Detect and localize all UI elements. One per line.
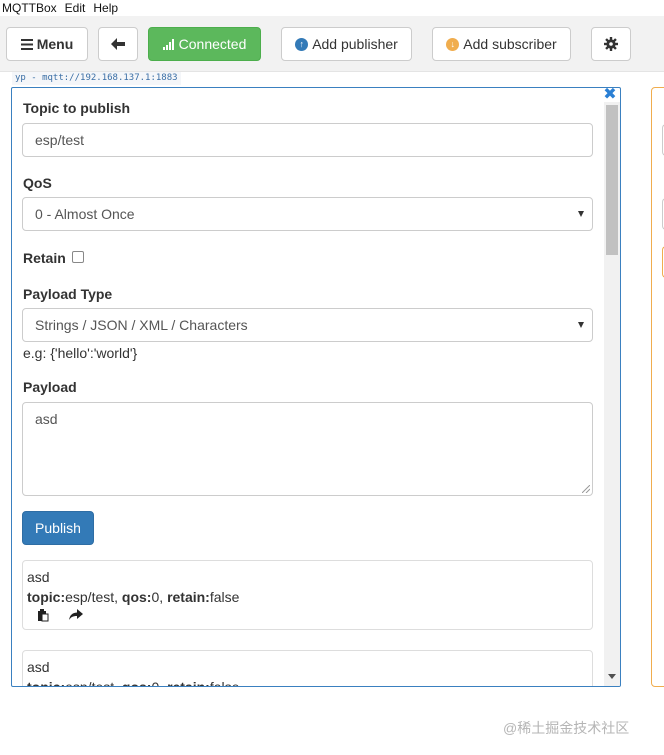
topic-value: esp/test xyxy=(65,679,115,687)
scrollbar[interactable] xyxy=(604,102,620,686)
chevron-down-icon xyxy=(578,322,584,328)
arrow-down-circle-icon: ↓ xyxy=(446,37,460,51)
topic-input-value: esp/test xyxy=(35,132,85,148)
retain-value: false xyxy=(209,589,240,605)
resize-grip-icon[interactable] xyxy=(582,485,590,493)
back-button[interactable] xyxy=(98,27,138,61)
publish-button[interactable]: Publish xyxy=(22,511,94,545)
message-meta: topic:esp/test, qos:0, retain:false xyxy=(27,589,240,605)
add-publisher-button[interactable]: ↑ Add publisher xyxy=(281,27,412,61)
message-payload: asd xyxy=(27,569,50,585)
payload-type-value: Strings / JSON / XML / Characters xyxy=(35,317,248,333)
qos-key: qos: xyxy=(121,589,152,605)
hamburger-icon xyxy=(20,38,33,50)
add-subscriber-label: Add subscriber xyxy=(463,36,557,52)
arrow-up-circle-icon: ↑ xyxy=(295,37,309,51)
arrow-left-icon xyxy=(111,38,125,50)
connection-status: yp - mqtt://192.168.137.1:1883 xyxy=(12,72,181,85)
add-publisher-label: Add publisher xyxy=(312,36,398,52)
retain-value: false xyxy=(209,679,240,687)
payload-label: Payload xyxy=(23,379,77,395)
retain-key: retain: xyxy=(167,589,210,605)
qos-select-value: 0 - Almost Once xyxy=(35,206,135,222)
retain-key: retain: xyxy=(167,679,210,687)
message-actions xyxy=(27,607,588,623)
payload-value: asd xyxy=(35,411,58,427)
menu-help[interactable]: Help xyxy=(91,0,124,16)
close-icon[interactable]: ✖ xyxy=(603,88,617,103)
toolbar: Menu Connected ↑ Add publisher ↓ Add sub… xyxy=(0,16,664,72)
publisher-panel: ✖ Topic to publish esp/test QoS 0 - Almo… xyxy=(11,87,621,687)
signal-bars-icon xyxy=(162,38,174,50)
message-meta: topic:esp/test, qos:0, retain:false xyxy=(27,677,588,687)
qos-value: 0 xyxy=(151,679,160,687)
add-subscriber-button[interactable]: ↓ Add subscriber xyxy=(432,27,571,61)
retain-label: Retain xyxy=(23,250,66,266)
gear-icon xyxy=(604,37,618,51)
payload-type-select[interactable]: Strings / JSON / XML / Characters xyxy=(22,308,593,342)
payload-hint: e.g: {'hello':'world'} xyxy=(23,345,138,361)
topic-label: Topic to publish xyxy=(23,100,131,116)
menubar: MQTTBox Edit Help xyxy=(0,0,664,16)
clipboard-icon[interactable] xyxy=(37,608,49,622)
subscriber-panel xyxy=(651,87,664,687)
chevron-down-icon xyxy=(578,211,584,217)
watermark: @稀土掘金技术社区 xyxy=(503,720,630,736)
menu-mqttbox[interactable]: MQTTBox xyxy=(0,0,63,16)
share-icon[interactable] xyxy=(69,609,83,621)
retain-checkbox[interactable] xyxy=(72,251,84,263)
topic-key: topic: xyxy=(27,679,66,687)
message-item: asd topic:esp/test, qos:0, retain:false xyxy=(22,650,593,687)
connected-button[interactable]: Connected xyxy=(148,27,261,61)
topic-input[interactable]: esp/test xyxy=(22,123,593,157)
payload-type-label: Payload Type xyxy=(23,286,113,302)
connected-button-label: Connected xyxy=(178,36,247,52)
message-payload: asd xyxy=(27,659,50,675)
scroll-down-icon[interactable] xyxy=(608,674,616,679)
menu-button[interactable]: Menu xyxy=(6,27,88,61)
settings-button[interactable] xyxy=(591,27,631,61)
message-item: asd topic:esp/test, qos:0, retain:false xyxy=(22,560,593,630)
menu-button-label: Menu xyxy=(36,36,74,52)
topic-key: topic: xyxy=(27,589,66,605)
menu-edit[interactable]: Edit xyxy=(63,0,92,16)
qos-select[interactable]: 0 - Almost Once xyxy=(22,197,593,231)
qos-key: qos: xyxy=(121,679,152,687)
payload-textarea[interactable]: asd xyxy=(22,402,593,496)
qos-label: QoS xyxy=(23,175,52,191)
qos-value: 0 xyxy=(151,589,160,605)
topic-value: esp/test xyxy=(65,589,115,605)
scrollbar-thumb[interactable] xyxy=(606,105,618,255)
